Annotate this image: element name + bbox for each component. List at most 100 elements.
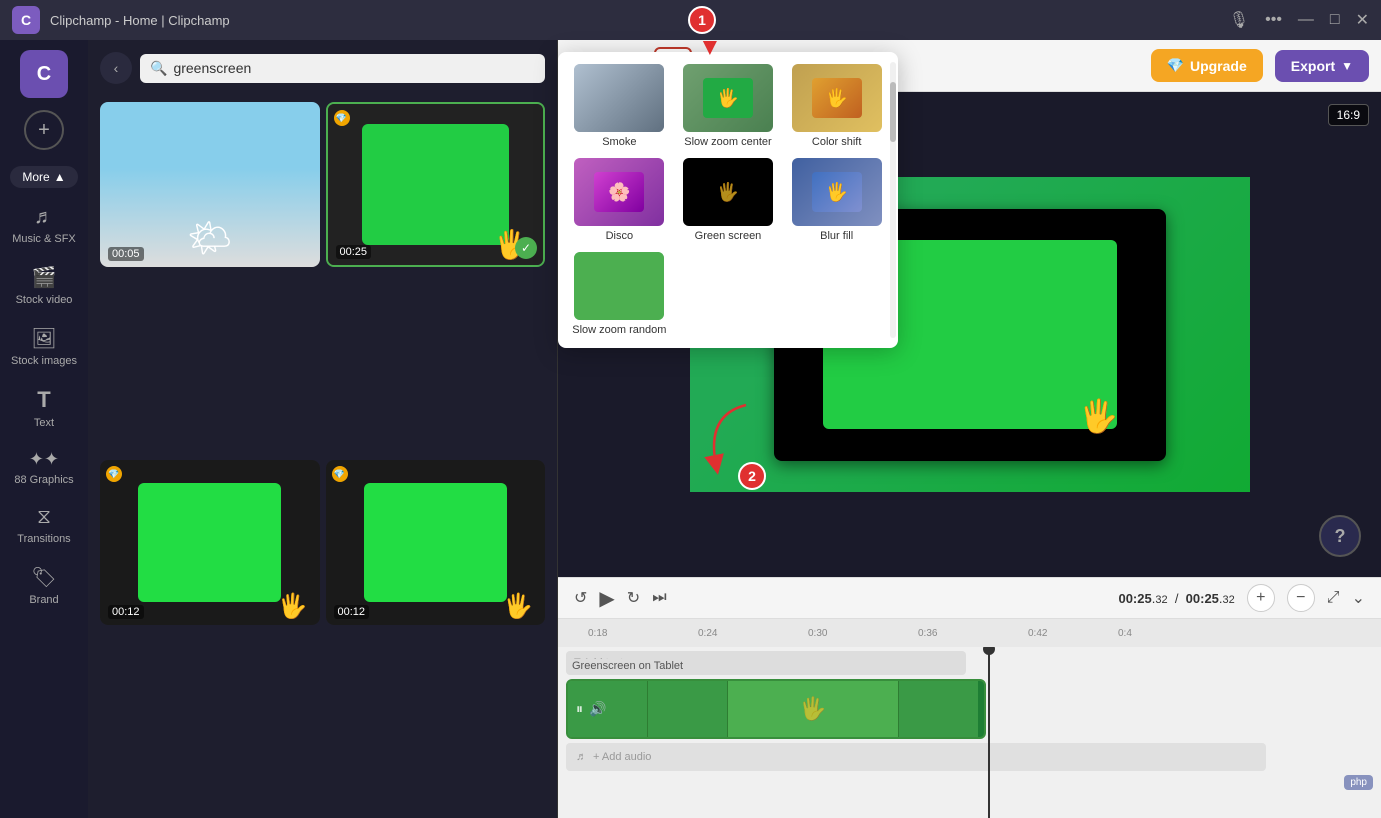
- ruler-mark-048: 0:4: [1118, 628, 1132, 639]
- ruler-mark-018: 0:18: [588, 628, 607, 639]
- media-panel: ‹ 🔍 🌤 00:05 🖐 💎 00:25: [88, 40, 558, 818]
- aspect-ratio-badge: 16:9: [1328, 104, 1369, 126]
- arrow-annotation-2: [696, 395, 756, 480]
- timeline-content: T Add text... Greenscreen on Tablet ⏸ 🔊: [558, 647, 1381, 818]
- app-logo: C: [12, 6, 40, 34]
- play-button[interactable]: ▶: [599, 586, 614, 611]
- sidebar-item-brand[interactable]: 🏷 Brand: [0, 555, 88, 616]
- arrow-annotation-1: ▲: [698, 34, 722, 62]
- stock-images-icon: 🖼: [31, 326, 56, 351]
- filter-label-green-screen: Green screen: [695, 230, 762, 242]
- filter-label-smoke: Smoke: [602, 136, 636, 148]
- back-button[interactable]: ‹: [100, 52, 132, 84]
- sidebar-item-stock-video-label: Stock video: [16, 294, 73, 306]
- audio-track[interactable]: ♬ + Add audio: [566, 743, 1266, 771]
- volume-icon: 🔊: [589, 701, 606, 718]
- search-icon: 🔍: [150, 60, 167, 77]
- search-bar: ‹ 🔍: [88, 40, 557, 96]
- expand-timeline-icon[interactable]: ⤢: [1327, 589, 1340, 607]
- filter-item-slow-zoom-center[interactable]: 🖐 Slow zoom center: [679, 64, 778, 148]
- forward-button[interactable]: ↻: [627, 588, 640, 608]
- sidebar-item-stock-images[interactable]: 🖼 Stock images: [0, 316, 88, 377]
- filter-label-color-shift: Color shift: [812, 136, 862, 148]
- chevron-up-icon: ▲: [54, 170, 66, 184]
- filter-label-blur-fill: Blur fill: [820, 230, 853, 242]
- maximize-icon[interactable]: □: [1330, 11, 1340, 29]
- filter-scrollbar-thumb: [890, 82, 896, 142]
- filter-thumb-disco: 🌸: [574, 158, 664, 226]
- upgrade-button[interactable]: 💎 Upgrade: [1151, 49, 1263, 82]
- zoom-out-button[interactable]: −: [1287, 584, 1315, 612]
- track-right-handle[interactable]: [978, 681, 984, 737]
- pause-icon: ⏸: [576, 701, 583, 718]
- window-title: Clipchamp - Home | Clipchamp: [50, 13, 1229, 28]
- filter-thumb-color-shift: 🖐: [792, 64, 882, 132]
- sidebar-item-stock-images-label: Stock images: [11, 355, 77, 367]
- rewind-button[interactable]: ↺: [574, 588, 587, 608]
- sidebar-item-transitions[interactable]: ⧖ Transitions: [0, 496, 88, 555]
- skip-end-button[interactable]: ⏭: [652, 589, 666, 607]
- sidebar-item-text[interactable]: T Text: [0, 377, 88, 439]
- filter-item-color-shift[interactable]: 🖐 Color shift: [787, 64, 886, 148]
- annotation-1: 1: [688, 6, 716, 34]
- badge-1: 1: [688, 6, 716, 34]
- media-duration-4: 00:12: [334, 605, 370, 619]
- filter-item-disco[interactable]: 🌸 Disco: [570, 158, 669, 242]
- help-button[interactable]: ?: [1319, 515, 1361, 557]
- filter-item-slow-zoom-random[interactable]: Slow zoom random: [570, 252, 669, 336]
- video-track-container: Greenscreen on Tablet ⏸ 🔊 🖐: [566, 679, 1373, 739]
- php-badge: php: [1344, 775, 1373, 790]
- ruler-mark-036: 0:36: [918, 628, 937, 639]
- brand-icon: 🏷: [31, 565, 56, 590]
- music-icon: ♬: [576, 751, 587, 763]
- sidebar-item-graphics[interactable]: ✦✦ 88 Graphics: [0, 439, 88, 496]
- filter-popup: Smoke 🖐 Slow zoom center 🖐 Color shi: [558, 52, 898, 348]
- filter-item-blur-fill[interactable]: 🖐 Blur fill: [787, 158, 886, 242]
- transitions-icon: ⧖: [37, 506, 51, 529]
- filter-scroll: Smoke 🖐 Slow zoom center 🖐 Color shi: [558, 52, 898, 348]
- premium-badge-3: 💎: [106, 466, 122, 482]
- filter-item-green-screen[interactable]: 🖐 Green screen: [679, 158, 778, 242]
- more-button[interactable]: More ▲: [10, 166, 77, 188]
- timeline: 0:18 0:24 0:30 0:36 0:42 0:4 T Add text.…: [558, 618, 1381, 818]
- filter-item-smoke[interactable]: Smoke: [570, 64, 669, 148]
- close-icon[interactable]: ✕: [1356, 10, 1369, 30]
- sidebar-item-transitions-label: Transitions: [17, 533, 70, 545]
- media-thumb-2[interactable]: 🖐 💎 00:25 ✓: [326, 102, 546, 267]
- export-label: Export: [1291, 58, 1335, 74]
- filter-thumb-slow-zoom-center: 🖐: [683, 64, 773, 132]
- sidebar-item-text-label: Text: [34, 417, 54, 429]
- media-thumb-1[interactable]: 🌤 00:05: [100, 102, 320, 267]
- sidebar-item-graphics-label: 88 Graphics: [14, 474, 73, 486]
- search-input[interactable]: [173, 60, 535, 76]
- media-duration-1: 00:05: [108, 247, 144, 261]
- timeline-expand-button[interactable]: ⌄: [1352, 588, 1365, 608]
- video-track[interactable]: ⏸ 🔊 🖐: [566, 679, 986, 739]
- sidebar-item-music-sfx[interactable]: ♬ Music & SFX: [0, 196, 88, 255]
- sidebar-logo: C: [20, 50, 68, 98]
- graphics-icon: ✦✦: [29, 449, 59, 470]
- media-duration-3: 00:12: [108, 605, 144, 619]
- sidebar-item-stock-video[interactable]: 🎬 Stock video: [0, 255, 88, 316]
- filter-label-disco: Disco: [606, 230, 634, 242]
- current-time: 00:25.32 / 00:25.32: [1118, 591, 1234, 606]
- check-badge-2: ✓: [515, 237, 537, 259]
- audio-track-label: + Add audio: [593, 751, 651, 763]
- filter-label-slow-zoom-center: Slow zoom center: [684, 136, 771, 148]
- add-content-button[interactable]: +: [24, 110, 64, 150]
- more-label: More: [22, 170, 49, 184]
- export-button[interactable]: Export ▼: [1275, 50, 1369, 82]
- filter-scrollbar[interactable]: [890, 62, 896, 338]
- minimize-icon[interactable]: —: [1298, 11, 1314, 29]
- media-thumb-3[interactable]: 🖐 💎 00:12: [100, 460, 320, 625]
- more-options-icon[interactable]: •••: [1265, 11, 1282, 29]
- sidebar-item-music-sfx-label: Music & SFX: [12, 233, 76, 245]
- media-duration-2: 00:25: [336, 245, 372, 259]
- music-sfx-icon: ♬: [34, 206, 54, 229]
- media-thumb-4[interactable]: 🖐 💎 00:12: [326, 460, 546, 625]
- filter-thumb-slow-zoom-random: [574, 252, 664, 320]
- filter-grid: Smoke 🖐 Slow zoom center 🖐 Color shi: [570, 64, 886, 336]
- upgrade-label: Upgrade: [1190, 58, 1247, 74]
- zoom-in-button[interactable]: +: [1247, 584, 1275, 612]
- microphone-icon[interactable]: 🎙: [1229, 10, 1249, 30]
